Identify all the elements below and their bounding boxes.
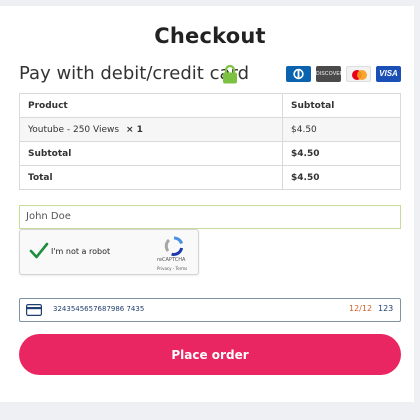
item-qty: × 1	[125, 124, 143, 135]
total-value: $4.50	[282, 165, 401, 190]
lock-icon	[223, 64, 237, 84]
place-order-button[interactable]: Place order	[19, 334, 401, 375]
header-subtotal: Subtotal	[282, 93, 401, 118]
subtotal-row: Subtotal $4.50	[19, 141, 401, 166]
mastercard-icon	[346, 66, 371, 82]
accepted-cards: DISCOVER VISA	[286, 66, 401, 82]
recaptcha-logo-icon	[164, 236, 184, 256]
recaptcha-label: I'm not a robot	[51, 247, 111, 256]
total-label: Total	[19, 165, 283, 190]
payment-heading: Pay with debit/credit card	[19, 63, 250, 84]
page-title: Checkout	[154, 24, 266, 48]
subtotal-value: $4.50	[282, 141, 401, 166]
credit-card-icon	[26, 304, 42, 316]
table-header-row: Product Subtotal	[19, 93, 401, 118]
recaptcha-links[interactable]: Privacy - Terms	[157, 266, 187, 271]
table-row: Youtube - 250 Views × 1 $4.50	[19, 117, 401, 142]
subtotal-label: Subtotal	[19, 141, 283, 166]
diners-club-icon	[286, 66, 311, 82]
recaptcha-brand: reCAPTCHA	[157, 257, 186, 263]
visa-icon: VISA	[376, 66, 401, 82]
item-name: Youtube - 250 Views	[28, 124, 120, 135]
recaptcha-widget[interactable]: I'm not a robot reCAPTCHA Privacy - Term…	[19, 229, 199, 275]
checkmark-icon[interactable]	[28, 240, 50, 262]
card-expiry[interactable]: 12/12	[349, 304, 372, 313]
name-input[interactable]: John Doe	[19, 205, 401, 229]
total-row: Total $4.50	[19, 165, 401, 190]
card-details-field[interactable]: 3243545657687986 7435 12/12 123	[19, 298, 401, 322]
order-summary-table: Product Subtotal Youtube - 250 Views × 1…	[19, 93, 401, 190]
card-cvc[interactable]: 123	[378, 304, 393, 313]
item-price: $4.50	[282, 117, 401, 142]
discover-icon: DISCOVER	[316, 66, 341, 82]
header-product: Product	[19, 93, 283, 118]
card-number[interactable]: 3243545657687986 7435	[53, 305, 144, 313]
